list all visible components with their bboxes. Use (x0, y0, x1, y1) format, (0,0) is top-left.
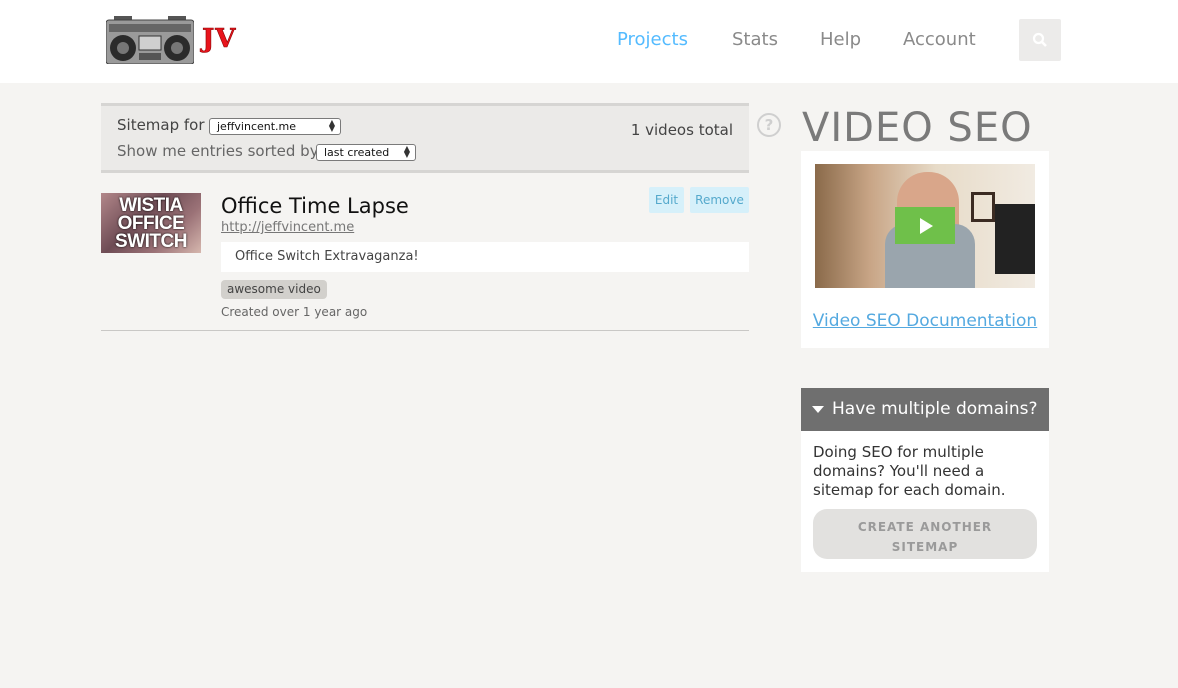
nav-stats[interactable]: Stats (732, 29, 778, 50)
video-title: Office Time Lapse (221, 194, 409, 218)
edit-button[interactable]: Edit (649, 187, 684, 213)
video-description: Office Switch Extravaganza! (221, 242, 749, 272)
help-icon[interactable]: ? (757, 113, 781, 137)
create-button-line: CREATE ANOTHER (857, 520, 993, 534)
sort-label: Show me entries sorted by (117, 142, 319, 160)
domain-select[interactable]: jeffvincent.me ▲ ▼ (209, 118, 341, 135)
nav-account[interactable]: Account (903, 29, 976, 50)
sitemap-for-label: Sitemap for (117, 116, 205, 134)
video-thumbnail[interactable]: WISTIA OFFICE SWITCH (101, 193, 201, 253)
search-button[interactable] (1019, 19, 1061, 61)
nav-help[interactable]: Help (820, 29, 861, 50)
multiple-domains-toggle[interactable]: Have multiple domains? (801, 388, 1049, 431)
top-header: JV Projects Stats Help Account (0, 0, 1178, 83)
select-arrows-icon: ▲ ▼ (403, 144, 410, 159)
multiple-domains-text: Doing SEO for multiple domains? You'll n… (813, 443, 1006, 499)
remove-button[interactable]: Remove (690, 187, 749, 213)
video-seo-heading: VIDEO SEO (802, 105, 1033, 151)
video-seo-card: Video SEO Documentation (801, 151, 1049, 348)
multiple-domains-panel: Doing SEO for multiple domains? You'll n… (801, 431, 1049, 572)
entry-divider (101, 330, 749, 331)
search-icon (1032, 32, 1047, 47)
videos-total: 1 videos total (630, 121, 733, 139)
thumbnail-text-line: SWITCH (115, 231, 187, 252)
monitor-shape (995, 204, 1035, 274)
play-icon[interactable] (895, 207, 955, 244)
wall-frame (971, 192, 995, 222)
sitemap-controls-panel: Sitemap for jeffvincent.me ▲ ▼ Show me en… (101, 103, 749, 173)
create-another-sitemap-button[interactable]: CREATE ANOTHER SITEMAP (813, 509, 1037, 559)
video-url-link[interactable]: http://jeffvincent.me (221, 220, 354, 235)
video-seo-documentation-link[interactable]: Video SEO Documentation (801, 311, 1049, 331)
created-timestamp: Created over 1 year ago (221, 305, 368, 319)
create-button-line: SITEMAP (891, 540, 959, 554)
nav-projects[interactable]: Projects (617, 29, 688, 50)
video-tag[interactable]: awesome video (221, 280, 327, 299)
brand-logo-text[interactable]: JV (202, 24, 236, 55)
sort-select[interactable]: last created ▲ ▼ (316, 144, 416, 161)
domain-select-value: jeffvincent.me (217, 120, 297, 133)
seo-video-player[interactable] (815, 164, 1035, 288)
sort-select-value: last created (324, 146, 390, 159)
boombox-logo-icon[interactable] (105, 16, 195, 65)
select-arrows-icon: ▲ ▼ (328, 118, 335, 133)
